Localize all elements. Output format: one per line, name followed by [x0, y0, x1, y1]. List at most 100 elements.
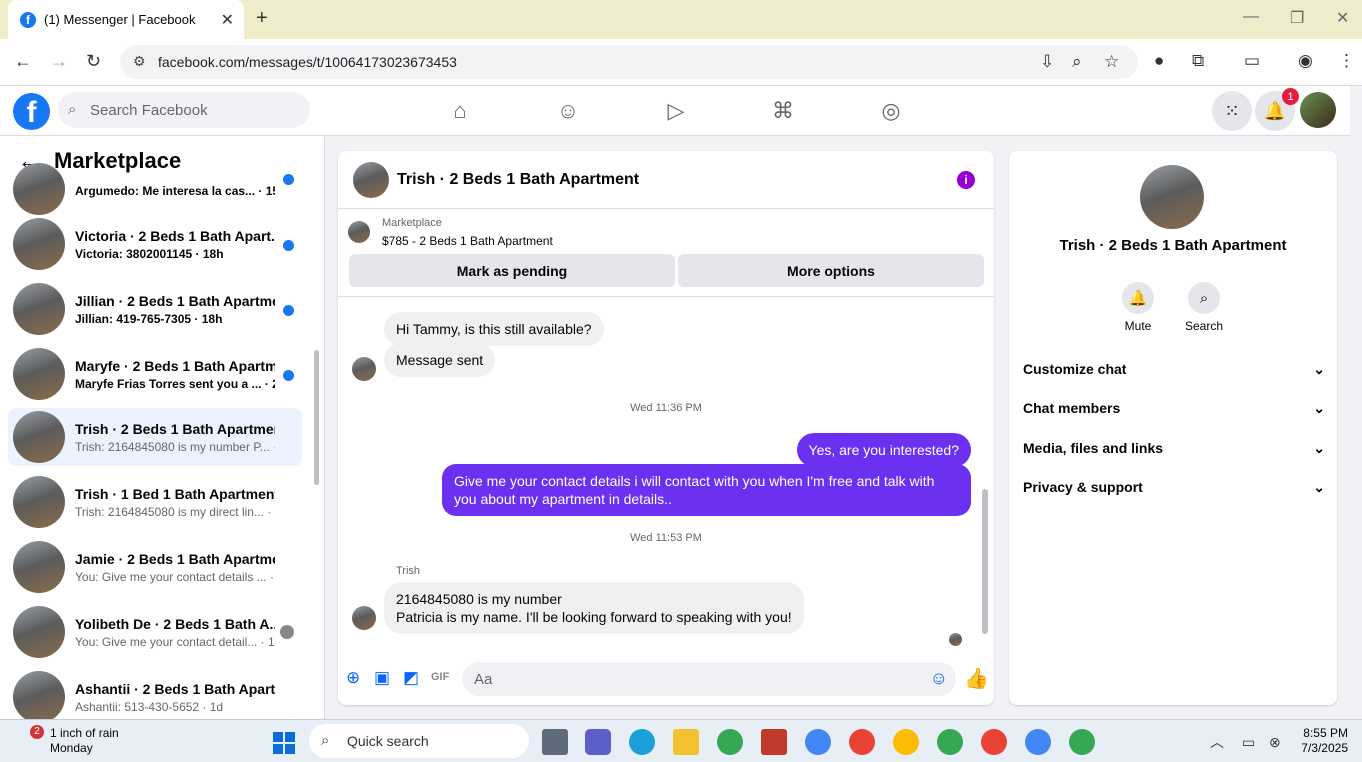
chrome-icon[interactable]	[937, 729, 963, 755]
sender-name: Trish	[396, 565, 421, 577]
chat-title[interactable]: Trish · 2 Beds 1 Bath Apartment	[397, 171, 639, 189]
chat-scrollbar[interactable]	[982, 489, 988, 634]
photo-icon[interactable]: ▣	[374, 668, 390, 688]
chrome-icon[interactable]	[1025, 729, 1051, 755]
sticker-icon[interactable]: ◩	[403, 668, 419, 688]
minimize-icon[interactable]: —	[1243, 8, 1259, 26]
facebook-logo-icon[interactable]: f	[13, 93, 50, 130]
message-input[interactable]: Aa ☺	[462, 662, 956, 696]
conversation-item[interactable]: Yolibeth De · 2 Beds 1 Bath A... You: Giv…	[8, 603, 302, 661]
conversation-preview: Trish: 2164845080 is my number P... · 21…	[75, 439, 275, 454]
chrome-icon[interactable]	[893, 729, 919, 755]
new-tab-icon[interactable]: +	[256, 7, 268, 30]
weather-widget[interactable]: 2 1 inch of rain Monday	[12, 725, 119, 756]
conversation-item-selected[interactable]: Trish · 2 Beds 1 Bath Apartment Trish: 21…	[8, 408, 302, 466]
forward-icon[interactable]: →	[50, 51, 68, 72]
chat-avatar[interactable]	[353, 161, 389, 198]
more-options-button[interactable]: More options	[678, 254, 984, 287]
account-avatar[interactable]	[1300, 92, 1336, 128]
facebook-search-input[interactable]: ⌕ Search Facebook	[58, 92, 310, 128]
chat-members-section[interactable]: Chat members ⌄	[1023, 400, 1325, 417]
reload-icon[interactable]: ↻	[86, 51, 101, 72]
conversation-item[interactable]: Maryfe · 2 Beds 1 Bath Apartm... Maryfe F…	[8, 345, 302, 403]
section-label: Media, files and links	[1023, 440, 1164, 456]
extension-circle-icon[interactable]: ●	[1154, 51, 1164, 71]
conversation-item[interactable]: Ashantii · 2 Beds 1 Bath Apartm... Ashant…	[8, 668, 302, 719]
file-explorer-icon[interactable]	[673, 729, 699, 755]
restore-icon[interactable]: ❐	[1290, 8, 1304, 28]
thumbs-up-icon[interactable]: 👍	[964, 666, 989, 691]
privacy-support-section[interactable]: Privacy & support ⌄	[1023, 479, 1325, 496]
mute-button[interactable]: 🔔 Mute	[1122, 282, 1154, 333]
profile-icon[interactable]: ◉	[1298, 51, 1313, 71]
install-app-icon[interactable]: ⇩	[1040, 52, 1054, 72]
gif-icon[interactable]: GIF	[431, 671, 449, 683]
conversation-item[interactable]: Jamie · 2 Beds 1 Bath Apartment You: Give…	[8, 538, 302, 596]
reading-list-icon[interactable]: ▭	[1244, 51, 1260, 71]
chrome-icon[interactable]	[981, 729, 1007, 755]
sender-avatar	[352, 357, 376, 381]
customize-chat-section[interactable]: Customize chat ⌄	[1023, 361, 1325, 378]
chrome-icon[interactable]	[805, 729, 831, 755]
chrome-icon[interactable]	[1069, 729, 1095, 755]
conversation-item[interactable]: Jillian · 2 Beds 1 Bath Apartment Jillian…	[8, 280, 302, 338]
contact-avatar[interactable]	[1140, 165, 1204, 229]
conversation-name: Jamie · 2 Beds 1 Bath Apartment	[75, 550, 275, 567]
windows-start-icon[interactable]	[273, 732, 295, 754]
marketplace-icon[interactable]: ⌘	[770, 98, 796, 124]
address-bar[interactable]: ⚙ facebook.com/messages/t/10064173023673…	[120, 45, 1138, 79]
conversation-preview: Ashantii: 513-430-5652 · 1d	[75, 699, 224, 714]
chrome-icon[interactable]	[849, 729, 875, 755]
groups-icon[interactable]: ◎	[878, 98, 904, 124]
home-icon[interactable]: ⌂	[447, 98, 473, 124]
menu-icon[interactable]: ⋮	[1338, 51, 1355, 71]
conversation-item[interactable]: Trish · 1 Bed 1 Bath Apartment Trish: 216…	[8, 473, 302, 531]
chrome-icon[interactable]	[717, 729, 743, 755]
network-icon[interactable]: ⊗	[1269, 734, 1281, 750]
system-tray[interactable]: ︿ ▭ ⊗	[1210, 732, 1281, 752]
close-tab-icon[interactable]: ✕	[221, 10, 234, 30]
search-chat-button[interactable]: ⌕ Search	[1185, 282, 1223, 333]
conversation-name: Jillian · 2 Beds 1 Bath Apartment	[75, 292, 275, 309]
message-bubble-incoming: Hi Tammy, is this still available?	[384, 312, 604, 346]
friends-icon[interactable]: ☺	[555, 98, 581, 124]
monitor-icon[interactable]: ▭	[1242, 734, 1255, 750]
facebook-favicon-icon: f	[20, 11, 36, 28]
search-placeholder: Search Facebook	[90, 101, 208, 119]
media-files-section[interactable]: Media, files and links ⌄	[1023, 440, 1325, 457]
mark-as-pending-button[interactable]: Mark as pending	[349, 254, 675, 287]
conversation-list-scrollbar[interactable]	[314, 350, 319, 485]
zoom-icon[interactable]: ⌕	[1072, 52, 1082, 72]
info-icon[interactable]: i	[957, 171, 975, 189]
conversation-item[interactable]: Argumedo: Me interesa la cas... · 15h	[8, 160, 302, 218]
task-view-icon[interactable]	[542, 729, 568, 755]
conversation-item[interactable]: Victoria · 2 Beds 1 Bath Apart... Victori…	[8, 215, 302, 273]
chevron-down-icon: ⌄	[1313, 400, 1325, 416]
back-icon[interactable]: ←	[14, 51, 32, 72]
chevron-up-icon[interactable]: ︿	[1210, 734, 1224, 750]
emoji-icon[interactable]: ☺	[930, 668, 948, 689]
teams-icon[interactable]	[585, 729, 611, 755]
message-timestamp: Wed 11:53 PM	[630, 532, 702, 544]
bookmark-star-icon[interactable]: ☆	[1104, 52, 1119, 72]
site-info-icon[interactable]: ⚙	[133, 53, 146, 70]
edge-icon[interactable]	[629, 729, 655, 755]
plus-icon[interactable]: ⊕	[346, 668, 360, 688]
message-bubble-incoming: Message sent	[384, 343, 496, 377]
taskbar-clock[interactable]: 8:55 PM 7/3/2025	[1290, 726, 1348, 756]
unread-dot	[283, 370, 294, 381]
listing-thumbnail	[13, 348, 65, 400]
composer: ⊕ ▣ ◩ GIF Aa ☺ 👍	[338, 661, 994, 705]
taskbar-search[interactable]: ⌕ Quick search	[309, 724, 529, 758]
extensions-puzzle-icon[interactable]: ⧉	[1192, 51, 1204, 71]
menu-grid-icon[interactable]: ⁙	[1212, 91, 1252, 131]
section-label: Customize chat	[1023, 361, 1127, 377]
app-icon[interactable]	[761, 729, 787, 755]
window-close-icon[interactable]: ✕	[1336, 8, 1349, 28]
browser-tab-bar: f (1) Messenger | Facebook ✕ + — ❐ ✕	[0, 0, 1362, 39]
browser-tab[interactable]: f (1) Messenger | Facebook ✕	[8, 0, 244, 39]
unread-dot	[283, 174, 294, 185]
conversation-preview: Maryfe Frias Torres sent you a ... · 20h	[75, 376, 275, 391]
video-icon[interactable]: ▷	[663, 98, 689, 124]
page-scrollbar[interactable]	[1350, 86, 1362, 719]
